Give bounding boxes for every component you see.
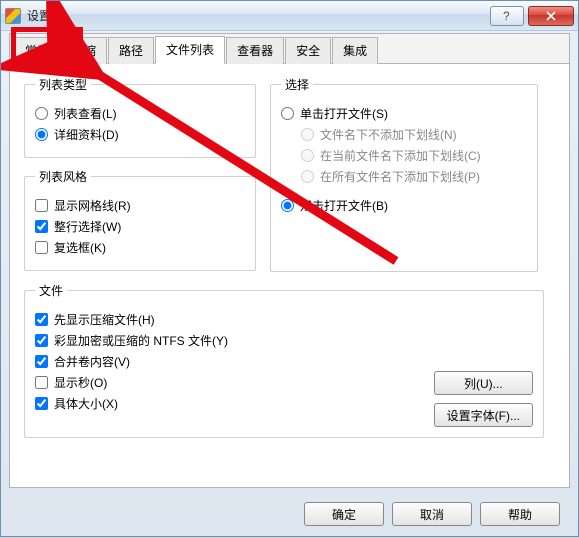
titlebar[interactable]: 设置 ? (1, 1, 578, 31)
svg-text:?: ? (503, 11, 510, 21)
radio-cur-underline[interactable]: 在当前文件名下添加下划线(C) (301, 147, 527, 164)
radio-double-click-input[interactable] (281, 199, 294, 212)
ok-button[interactable]: 确定 (304, 502, 384, 526)
tab-filelist[interactable]: 文件列表 (155, 36, 225, 64)
group-list-type: 列表类型 列表查看(L) 详细资料(D) (24, 76, 256, 158)
legend-files: 文件 (35, 282, 67, 299)
group-files: 文件 先显示压缩文件(H) 彩显加密或压缩的 NTFS 文件(Y) 合并卷内容(… (24, 282, 544, 438)
tab-security[interactable]: 安全 (285, 37, 331, 64)
radio-no-underline-input (301, 128, 314, 141)
tab-viewer[interactable]: 查看器 (226, 37, 284, 64)
chk-show-sec-input[interactable] (35, 376, 48, 389)
chk-gridlines-input[interactable] (35, 199, 48, 212)
group-select: 选择 单击打开文件(S) 文件名下不添加下划线(N) 在当前文件名下添加下划线(… (270, 76, 538, 272)
chk-fullrow-input[interactable] (35, 220, 48, 233)
radio-list-viewer-input[interactable] (35, 107, 48, 120)
columns-button[interactable]: 列(U)... (434, 371, 533, 395)
window-title: 设置 (27, 7, 486, 24)
chk-exact-size-input[interactable] (35, 397, 48, 410)
chk-merge-vol[interactable]: 合并卷内容(V) (35, 353, 533, 370)
tab-general[interactable]: 常规 (14, 37, 60, 64)
tab-integration[interactable]: 集成 (332, 37, 378, 64)
radio-details[interactable]: 详细资料(D) (35, 126, 245, 143)
radio-no-underline[interactable]: 文件名下不添加下划线(N) (301, 126, 527, 143)
radio-cur-underline-input (301, 149, 314, 162)
radio-double-click[interactable]: 双击打开文件(B) (281, 197, 527, 214)
radio-list-viewer[interactable]: 列表查看(L) (35, 105, 245, 122)
legend-list-type: 列表类型 (35, 76, 91, 93)
set-font-button[interactable]: 设置字体(F)... (434, 403, 533, 427)
radio-details-input[interactable] (35, 128, 48, 141)
tab-strip: 常规 压缩 路径 文件列表 查看器 安全 集成 (10, 34, 569, 64)
help-dialog-button[interactable]: 帮助 (480, 502, 560, 526)
chk-ntfs-color[interactable]: 彩显加密或压缩的 NTFS 文件(Y) (35, 332, 533, 349)
group-list-style: 列表风格 显示网格线(R) 整行选择(W) 复选框(K) (24, 168, 256, 271)
legend-list-style: 列表风格 (35, 168, 91, 185)
chk-archives-first[interactable]: 先显示压缩文件(H) (35, 311, 533, 328)
chk-gridlines[interactable]: 显示网格线(R) (35, 197, 245, 214)
dialog-body: 常规 压缩 路径 文件列表 查看器 安全 集成 列表类型 列表查看(L) (9, 33, 570, 488)
radio-single-click[interactable]: 单击打开文件(S) (281, 105, 527, 122)
radio-single-click-input[interactable] (281, 107, 294, 120)
dialog-buttons: 确定 取消 帮助 (304, 502, 560, 526)
chk-ntfs-color-input[interactable] (35, 334, 48, 347)
radio-all-underline[interactable]: 在所有文件名下添加下划线(P) (301, 168, 527, 185)
tab-path[interactable]: 路径 (108, 37, 154, 64)
close-button[interactable] (528, 6, 574, 26)
app-icon (5, 8, 21, 24)
chk-checkbox-input[interactable] (35, 241, 48, 254)
tab-compress[interactable]: 压缩 (61, 37, 107, 64)
chk-checkbox[interactable]: 复选框(K) (35, 239, 245, 256)
chk-archives-first-input[interactable] (35, 313, 48, 326)
settings-dialog: 设置 ? 常规 压缩 路径 文件列表 查看器 安全 集成 列表类型 列表查看(L… (0, 0, 579, 537)
legend-select: 选择 (281, 76, 313, 93)
chk-merge-vol-input[interactable] (35, 355, 48, 368)
help-button[interactable]: ? (490, 6, 524, 26)
cancel-button[interactable]: 取消 (392, 502, 472, 526)
radio-all-underline-input (301, 170, 314, 183)
chk-fullrow[interactable]: 整行选择(W) (35, 218, 245, 235)
